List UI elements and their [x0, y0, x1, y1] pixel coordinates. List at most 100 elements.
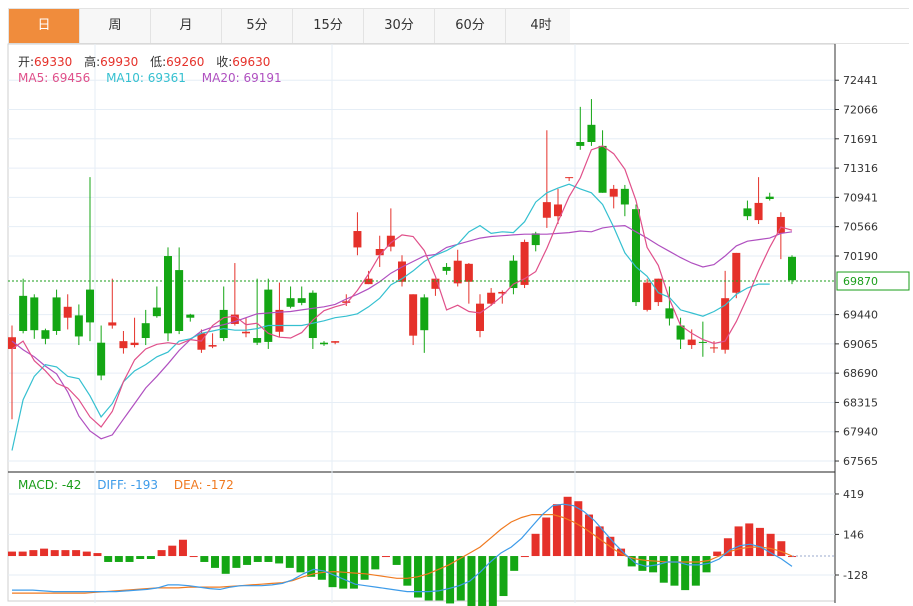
y-tick-label: 70190 — [843, 250, 878, 263]
macd-bar — [18, 551, 27, 557]
high-label: 高: — [84, 55, 101, 69]
macd-bar — [488, 556, 497, 606]
candle-body — [710, 347, 718, 349]
macd-label: MACD: -42 — [18, 478, 82, 492]
candle-body — [342, 301, 351, 303]
macd-bar — [146, 556, 155, 559]
y-tick-label: 70941 — [843, 191, 878, 204]
candle-body — [687, 339, 696, 346]
macd-bar — [29, 550, 38, 557]
y-tick-label: 70566 — [843, 221, 878, 234]
candle-body — [275, 309, 284, 332]
macd-bar — [275, 556, 284, 564]
candle-body — [52, 297, 61, 331]
ma10-label: MA10: 69361 — [106, 71, 186, 85]
candle-body — [788, 256, 796, 281]
macd-bar — [638, 556, 647, 571]
candle-body — [286, 298, 295, 307]
candle-body — [765, 196, 774, 200]
open-label: 开: — [18, 55, 35, 69]
candle-body — [542, 202, 551, 218]
candle-body — [754, 202, 763, 221]
candle-body — [632, 209, 640, 303]
candle-body — [464, 263, 473, 282]
candle-body — [453, 260, 462, 284]
ma5-label: MA5: 69456 — [18, 71, 91, 85]
macd-bar — [178, 539, 187, 557]
macd-bar — [371, 556, 380, 570]
macd-bar — [200, 556, 209, 562]
macd-bar — [114, 556, 123, 562]
candle-body — [108, 322, 117, 326]
diff-label: DIFF: -193 — [97, 478, 159, 492]
candle-body — [732, 252, 741, 293]
y-tick-label: 71691 — [843, 133, 878, 146]
macd-bar — [82, 551, 91, 557]
candle-body — [576, 142, 585, 146]
candle-body — [297, 298, 306, 303]
dea-label: DEA: -172 — [173, 478, 234, 492]
macd-bar — [424, 556, 433, 601]
candle-body — [41, 330, 50, 339]
macd-bar — [649, 556, 658, 573]
y-tick-label: 72441 — [843, 74, 878, 87]
macd-bar — [542, 517, 551, 557]
macd-bar — [285, 556, 294, 568]
candle-body — [609, 188, 618, 197]
y-tick-label: 71316 — [843, 162, 878, 175]
candle-body — [598, 145, 607, 193]
y-tick-label: 72066 — [843, 104, 878, 117]
macd-bar — [296, 556, 305, 573]
candle-body — [308, 292, 317, 339]
candle-body — [698, 341, 707, 343]
macd-bar — [72, 550, 81, 557]
macd-bar — [264, 556, 273, 562]
y-tick-label: 69065 — [843, 338, 878, 351]
macd-bar — [691, 556, 700, 586]
candle-body — [487, 292, 496, 304]
candle-body — [186, 314, 195, 318]
candle-body — [30, 297, 39, 331]
candle-body — [665, 308, 674, 319]
high-value: 69930 — [100, 55, 139, 69]
macd-bar — [403, 556, 412, 586]
candle-body — [320, 342, 328, 345]
candle-body — [152, 307, 161, 317]
y-tick-label: 68315 — [843, 396, 878, 409]
candle-body — [476, 303, 484, 331]
candle-body — [420, 297, 429, 331]
macd-bar — [510, 556, 519, 571]
macd-bar — [381, 556, 390, 558]
macd-bar — [317, 556, 326, 580]
macd-bar — [777, 541, 786, 557]
candle-body — [19, 295, 28, 331]
candle-body — [743, 208, 752, 217]
macd-bar — [221, 556, 230, 574]
y-tick-label: 69440 — [843, 309, 878, 322]
macd-bar — [168, 545, 177, 557]
close-label: 收: — [216, 55, 233, 69]
candle-body — [119, 341, 128, 349]
candle-body — [776, 216, 785, 234]
ma-legend: MA5: 69456 MA10: 69361 MA20: 69191 — [18, 71, 294, 85]
y-tick-label: 68690 — [843, 367, 878, 380]
candle-body — [130, 342, 139, 346]
candle-body — [74, 315, 83, 337]
chart-widget: 日 周 月 5分 15分 30分 60分 4时 72441 72066 71691 7… — [0, 0, 913, 606]
candle-body — [63, 306, 72, 318]
candle-body — [353, 231, 362, 248]
macd-bar — [734, 526, 743, 557]
macd-bar — [232, 556, 241, 568]
macd-bar — [157, 550, 166, 557]
macd-bar — [584, 514, 593, 557]
kline-chart[interactable]: 72441 72066 71691 71316 70941 70566 70190 69440… — [0, 0, 913, 606]
macd-bar — [499, 556, 508, 597]
low-label: 低: — [150, 55, 167, 69]
macd-y-tick-label: -128 — [843, 569, 868, 582]
ohlc-readout: 开:69330 高:69930 低:69260 收:69630 — [18, 53, 278, 70]
macd-bar — [520, 556, 529, 558]
candle-body — [531, 233, 540, 246]
macd-bar — [745, 523, 754, 557]
macd-bar — [8, 551, 16, 557]
macd-bar — [435, 556, 444, 601]
